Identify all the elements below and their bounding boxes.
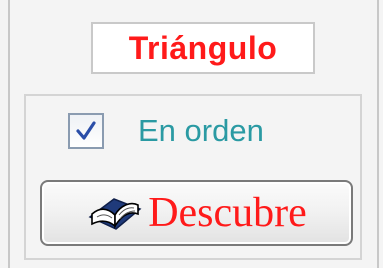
- checkmark-icon: [76, 121, 96, 140]
- title-box: Triángulo: [91, 22, 315, 74]
- in-order-option[interactable]: En orden: [68, 113, 264, 149]
- triangle-panel: Triángulo En orden Descubre: [0, 0, 383, 268]
- open-book-icon: [86, 193, 144, 233]
- in-order-checkbox[interactable]: [68, 113, 104, 149]
- panel-right-border: [377, 0, 379, 268]
- in-order-label: En orden: [138, 113, 264, 148]
- discover-button[interactable]: Descubre: [40, 180, 353, 246]
- panel-left-border: [8, 0, 10, 268]
- page-title: Triángulo: [128, 29, 278, 66]
- discover-button-label: Descubre: [148, 190, 307, 236]
